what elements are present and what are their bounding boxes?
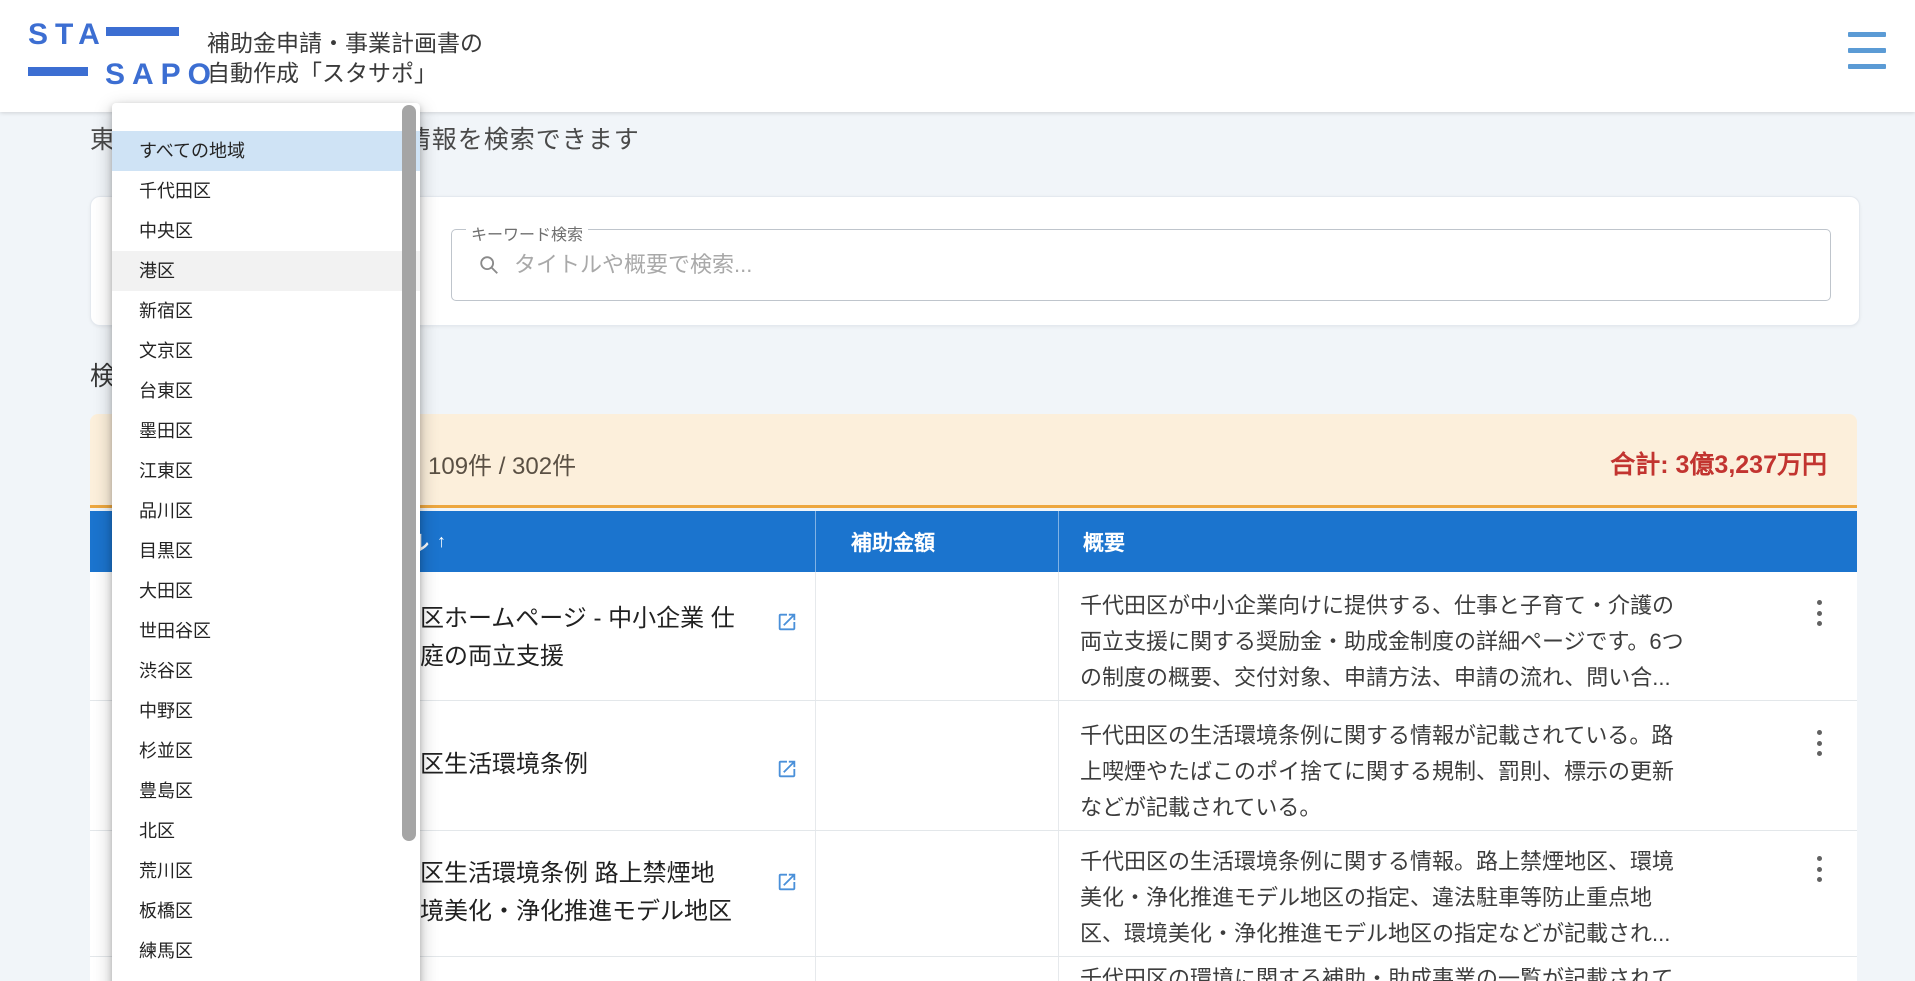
region-option[interactable]: 品川区 xyxy=(112,491,420,531)
keyword-search-field: キーワード検索 xyxy=(451,221,1831,301)
grant-description-line: 千代田区の環境に関する補助・助成事業の一覧が記載されて xyxy=(1080,966,1674,981)
region-option[interactable]: 世田谷区 xyxy=(112,611,420,651)
app-tagline: 補助金申請・事業計画書の 自動作成「スタサポ」 xyxy=(207,28,483,88)
logo-text-sapo: SAPO xyxy=(105,58,219,91)
grant-description-line: 美化・浄化推進モデル地区の指定、違法駐車等防止重点地 xyxy=(1080,885,1653,910)
external-link-icon[interactable] xyxy=(776,611,798,633)
region-option[interactable]: 港区 xyxy=(112,251,420,291)
grant-description-line: 両立支援に関する奨励金・助成金制度の詳細ページです。6つ xyxy=(1080,629,1684,654)
region-option[interactable]: 大田区 xyxy=(112,571,420,611)
grant-description-line: などが記載されている。 xyxy=(1080,795,1322,820)
tagline-line1: 補助金申請・事業計画書の xyxy=(207,30,483,56)
column-header-description[interactable]: 概要 xyxy=(1058,511,1857,572)
grant-description-line: 千代田区の生活環境条例に関する情報が記載されている。路 xyxy=(1080,723,1674,748)
region-option[interactable]: 北区 xyxy=(112,811,420,851)
region-option[interactable]: 台東区 xyxy=(112,371,420,411)
logo-bar-top xyxy=(106,27,179,36)
grant-description-line: 千代田区が中小企業向けに提供する、仕事と子育て・介護の xyxy=(1080,593,1675,618)
region-option[interactable]: 江東区 xyxy=(112,451,420,491)
row-actions-kebab-icon[interactable] xyxy=(1806,728,1832,758)
column-header-amount[interactable]: 補助金額 xyxy=(815,511,1058,572)
region-option[interactable]: 荒川区 xyxy=(112,851,420,891)
region-dropdown-menu: すべての地域 千代田区 中央区 港区 新宿区 文京区 台東区 墨田区 江東区 品川区 目黒区 大田区世… xyxy=(112,103,420,981)
logo-bar-bottom xyxy=(28,67,88,76)
row-actions-kebab-icon[interactable] xyxy=(1806,854,1832,884)
hamburger-menu-icon[interactable] xyxy=(1848,32,1892,80)
grant-description-line: 上喫煙やたばこのポイ捨てに関する規制、罰則、標示の更新 xyxy=(1080,759,1675,784)
external-link-icon[interactable] xyxy=(776,758,798,780)
region-option[interactable]: 千代田区 xyxy=(112,171,420,211)
sort-ascending-icon: ↑ xyxy=(437,531,446,551)
region-option[interactable]: 練馬区 xyxy=(112,931,420,971)
region-option[interactable]: 中野区 xyxy=(112,691,420,731)
grant-description-line: の制度の概要、交付対象、申請方法、申請の流れ、問い合... xyxy=(1080,665,1671,690)
header-divider xyxy=(815,511,816,572)
region-option[interactable]: 渋谷区 xyxy=(112,651,420,691)
keyword-search-input[interactable] xyxy=(514,244,1794,286)
logo-text-sta: STA xyxy=(28,18,107,51)
region-option[interactable]: 板橋区 xyxy=(112,891,420,931)
search-icon xyxy=(478,254,500,276)
region-option[interactable]: 中央区 xyxy=(112,211,420,251)
column-divider xyxy=(815,572,816,981)
column-divider xyxy=(1058,572,1059,981)
grant-description-line: 千代田区の生活環境条例に関する情報。路上禁煙地区、環境 xyxy=(1080,849,1675,874)
result-count: 109件 / 302件 xyxy=(428,453,577,480)
row-actions-kebab-icon[interactable] xyxy=(1806,598,1832,628)
region-option[interactable]: 墨田区 xyxy=(112,411,420,451)
region-option-list: すべての地域 千代田区 中央区 港区 新宿区 文京区 台東区 墨田区 江東区 品川区 目黒区 大田区世… xyxy=(112,131,420,971)
header-divider xyxy=(1058,511,1059,572)
region-option[interactable]: 杉並区 xyxy=(112,731,420,771)
grant-description-line: 区、環境美化・浄化推進モデル地区の指定などが記載され... xyxy=(1080,921,1671,946)
region-option[interactable]: 豊島区 xyxy=(112,771,420,811)
total-amount: 合計: 3億3,237万円 xyxy=(1610,451,1827,479)
tagline-line2: 自動作成「スタサポ」 xyxy=(207,60,437,86)
region-option[interactable]: 文京区 xyxy=(112,331,420,371)
app-header: STA SAPO 補助金申請・事業計画書の 自動作成「スタサポ」 xyxy=(0,0,1915,112)
region-option[interactable]: すべての地域 xyxy=(112,131,420,171)
keyword-search-label: キーワード検索 xyxy=(466,221,589,245)
external-link-icon[interactable] xyxy=(776,871,798,893)
region-option[interactable]: 新宿区 xyxy=(112,291,420,331)
region-option[interactable]: 目黒区 xyxy=(112,531,420,571)
app-logo[interactable]: STA SAPO xyxy=(28,18,211,91)
dropdown-scrollbar-thumb[interactable] xyxy=(402,105,416,841)
